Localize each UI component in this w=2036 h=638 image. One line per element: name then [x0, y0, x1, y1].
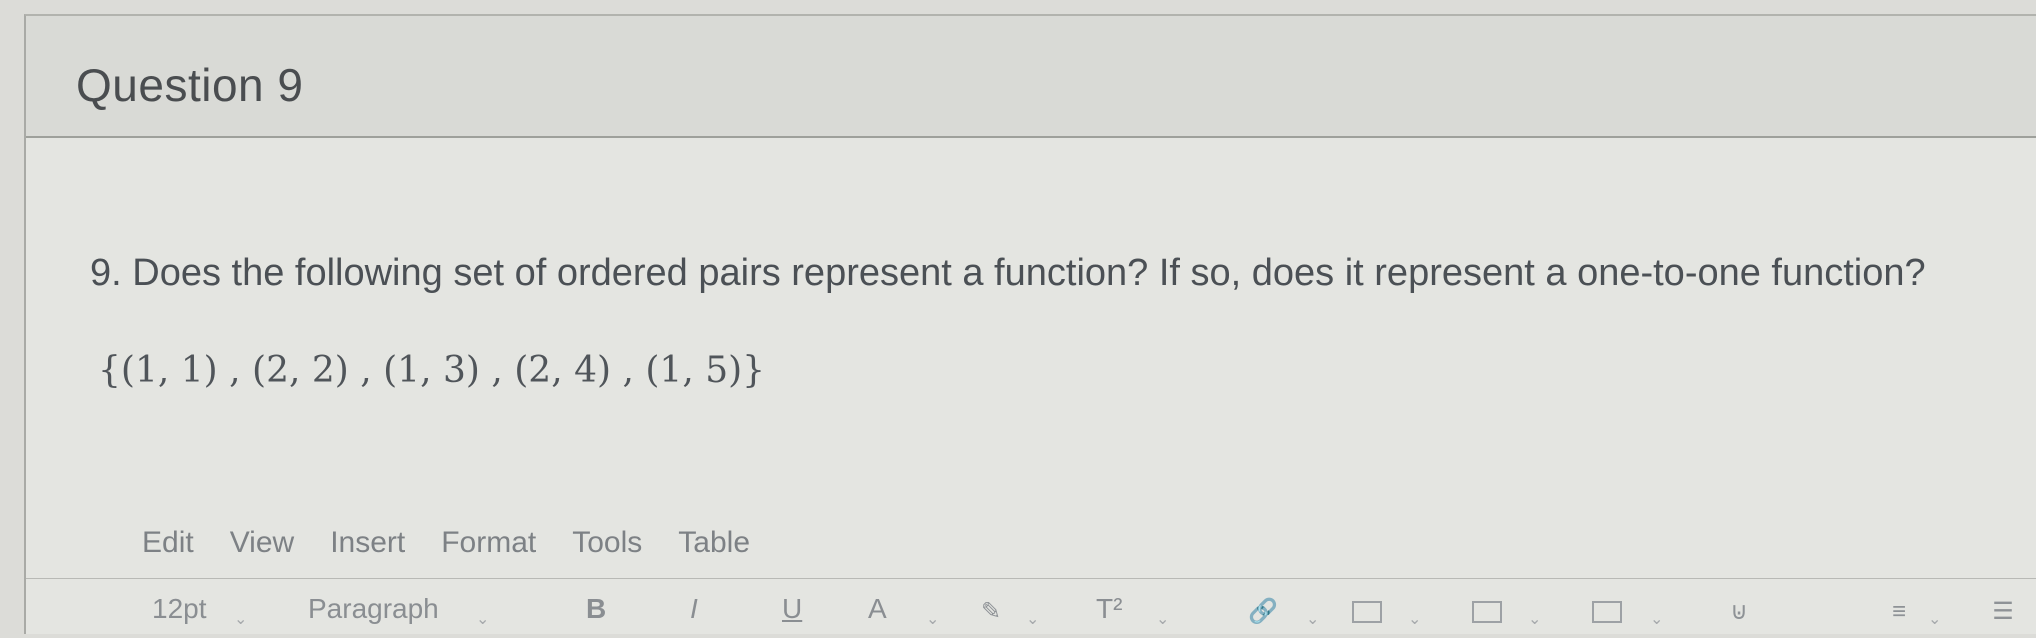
menu-edit[interactable]: Edit	[142, 526, 194, 560]
chevron-down-icon[interactable]: ⌄	[476, 609, 489, 629]
menu-insert[interactable]: Insert	[330, 526, 405, 560]
question-title: Question 9	[76, 59, 304, 111]
superscript-icon[interactable]: T²	[1096, 593, 1122, 625]
chevron-down-icon[interactable]: ⌄	[1408, 609, 1421, 629]
chevron-down-icon[interactable]: ⌄	[234, 609, 247, 629]
block-format-select[interactable]: Paragraph	[308, 593, 439, 625]
text-color-icon[interactable]: A	[868, 593, 887, 625]
chevron-down-icon[interactable]: ⌄	[1156, 609, 1169, 629]
menu-view[interactable]: View	[230, 526, 294, 560]
chevron-down-icon[interactable]: ⌄	[1528, 609, 1541, 629]
question-prompt: 9. Does the following set of ordered pai…	[90, 252, 1926, 294]
menu-format[interactable]: Format	[441, 526, 536, 560]
chevron-down-icon[interactable]: ⌄	[1026, 609, 1039, 629]
editor-menubar: Edit View Insert Format Tools Table	[142, 526, 786, 560]
menu-tools[interactable]: Tools	[572, 526, 642, 560]
editor-toolbar: 12pt ⌄ Paragraph ⌄ B I U A ⌄ ✎ ⌄ T² ⌄ 🔗 …	[26, 578, 2036, 638]
chevron-down-icon[interactable]: ⌄	[1650, 609, 1663, 629]
menu-table[interactable]: Table	[678, 526, 750, 560]
ordered-pairs-set: {(1, 1) , (2, 2) , (1, 3) , (2, 4) , (1,…	[98, 350, 766, 391]
font-size-select[interactable]: 12pt	[152, 593, 207, 625]
italic-icon[interactable]: I	[690, 593, 698, 625]
chevron-down-icon[interactable]: ⌄	[1306, 609, 1319, 629]
bold-icon[interactable]: B	[586, 593, 606, 625]
chevron-down-icon[interactable]: ⌄	[926, 609, 939, 629]
question-card: Question 9 9. Does the following set of …	[24, 14, 2036, 634]
chevron-down-icon[interactable]: ⌄	[1928, 609, 1941, 629]
question-header: Question 9	[26, 16, 2036, 138]
underline-icon[interactable]: U	[782, 593, 802, 625]
